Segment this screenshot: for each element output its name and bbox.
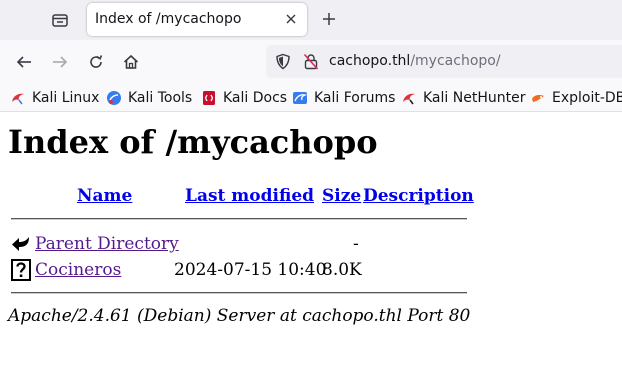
bookmark-label: Kali Linux xyxy=(32,90,100,106)
row-size: 8.0K xyxy=(322,260,362,280)
navigation-toolbar: cachopo.thl/mycachopo/ xyxy=(0,40,622,84)
page-content: Index of /mycachopo Name Last modified S… xyxy=(0,113,622,370)
back-arrow-icon xyxy=(16,56,31,68)
column-header-last-modified-link[interactable]: Last modified xyxy=(185,186,314,206)
tab-title: Index of /mycachopo xyxy=(95,11,242,27)
home-button[interactable] xyxy=(120,51,142,73)
row-last-modified: 2024-07-15 10:40 xyxy=(174,260,327,280)
tab-list-icon xyxy=(52,14,68,27)
column-header-description-link[interactable]: Description xyxy=(363,186,474,206)
active-tab[interactable]: Index of /mycachopo xyxy=(87,3,307,36)
kali-nethunter-icon xyxy=(403,93,415,105)
url-bar[interactable]: cachopo.thl/mycachopo/ xyxy=(266,45,622,78)
close-icon xyxy=(286,14,296,24)
server-signature: Apache/2.4.61 (Debian) Server at cachopo… xyxy=(8,306,471,326)
horizontal-rule-bottom xyxy=(11,292,467,294)
bookmark-kali-tools[interactable]: Kali Tools xyxy=(106,89,192,107)
bookmark-kali-docs[interactable]: Kali Docs xyxy=(201,89,287,107)
kali-docs-icon xyxy=(203,91,215,105)
reload-button[interactable] xyxy=(85,51,107,73)
reload-icon xyxy=(90,55,103,68)
bookmark-kali-nethunter[interactable]: Kali NetHunter xyxy=(401,89,525,107)
bookmark-exploit-db[interactable]: Exploit-DB xyxy=(530,89,622,107)
row-size: - xyxy=(353,234,359,254)
unknown-file-icon xyxy=(11,259,31,281)
horizontal-rule-top xyxy=(11,218,467,220)
bookmark-label: Kali Docs xyxy=(223,90,288,106)
kali-tools-icon xyxy=(107,91,121,105)
parent-directory-link[interactable]: Parent Directory xyxy=(35,234,179,254)
url-path: /mycachopo/ xyxy=(410,53,501,69)
plus-icon xyxy=(323,13,335,25)
bookmark-kali-linux[interactable]: Kali Linux xyxy=(10,89,99,107)
bookmark-label: Kali NetHunter xyxy=(423,90,526,106)
tab-list-button[interactable] xyxy=(46,7,74,33)
tracking-protection-shield-icon[interactable] xyxy=(275,53,291,70)
column-header-size-link[interactable]: Size xyxy=(322,186,361,206)
back-button[interactable] xyxy=(13,51,35,73)
exploit-db-icon xyxy=(532,95,544,102)
forward-arrow-icon xyxy=(53,56,68,68)
bookmarks-toolbar: Kali Linux Kali Tools Kali Docs Kali For… xyxy=(0,84,622,112)
bookmark-label: Exploit-DB xyxy=(552,90,622,106)
bookmark-label: Kali Forums xyxy=(314,90,396,106)
back-arrow-icon xyxy=(11,233,31,255)
new-tab-button[interactable] xyxy=(318,8,340,30)
column-header-name-link[interactable]: Name xyxy=(77,186,132,206)
forward-button[interactable] xyxy=(49,51,71,73)
home-icon xyxy=(123,54,139,69)
url-host: cachopo.thl xyxy=(329,53,411,69)
tab-bar: Index of /mycachopo xyxy=(0,0,622,40)
insecure-lock-icon[interactable] xyxy=(303,53,319,70)
page-title: Index of /mycachopo xyxy=(8,123,378,161)
kali-forums-icon xyxy=(293,92,308,104)
bookmark-kali-forums[interactable]: Kali Forums xyxy=(292,89,395,107)
cocineros-link[interactable]: Cocineros xyxy=(35,260,121,280)
bookmark-label: Kali Tools xyxy=(128,90,193,106)
tab-close-button[interactable] xyxy=(283,11,299,27)
url-text[interactable]: cachopo.thl/mycachopo/ xyxy=(329,53,501,69)
kali-dragon-icon xyxy=(12,93,24,105)
